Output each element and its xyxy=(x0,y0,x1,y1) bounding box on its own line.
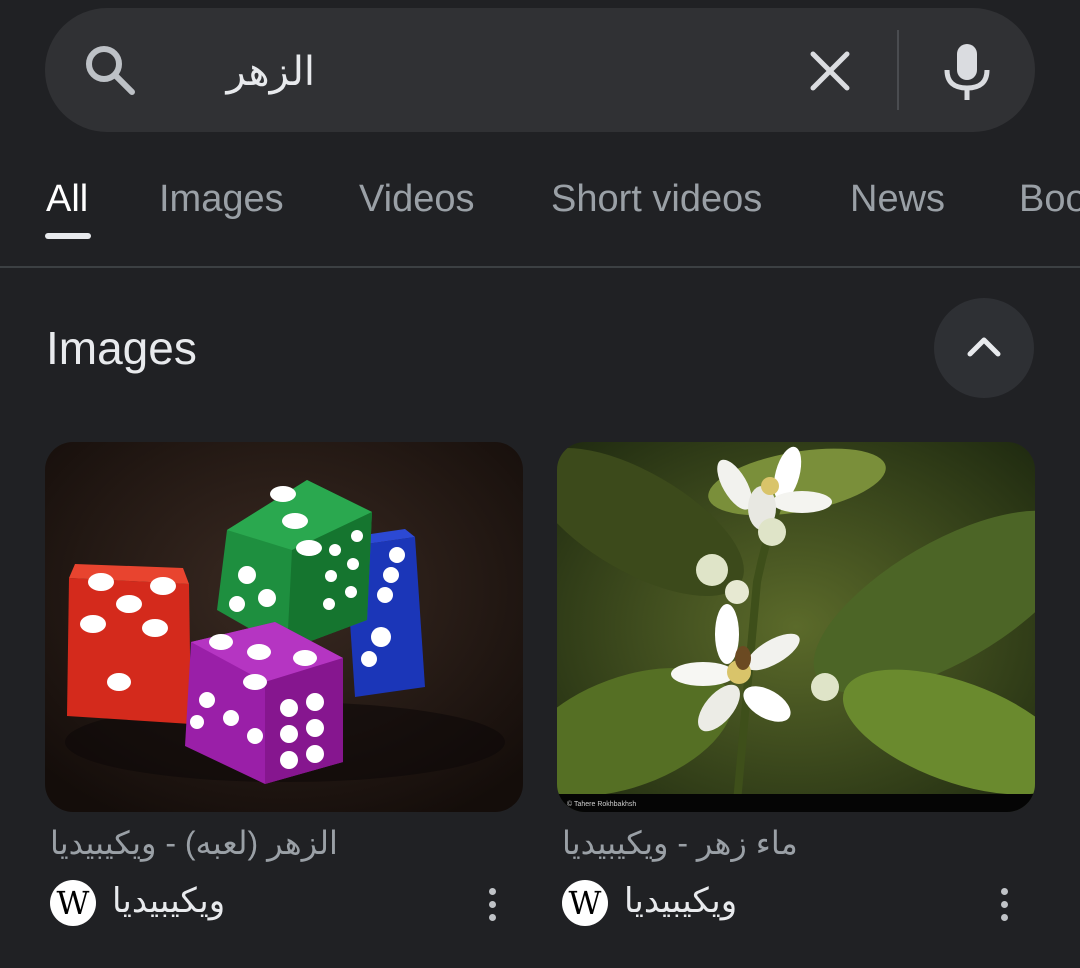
tab-images[interactable]: Images xyxy=(159,174,284,234)
tab-news[interactable]: News xyxy=(850,174,945,234)
chevron-up-icon xyxy=(967,337,1001,357)
search-tabs: All Images Videos Short videos News Boo xyxy=(0,160,1080,268)
tab-all[interactable]: All xyxy=(46,174,88,234)
search-icon[interactable] xyxy=(82,42,138,98)
active-tab-indicator xyxy=(45,233,91,239)
images-section-title: Images xyxy=(46,322,197,374)
result-source[interactable]: ويكيبيديا xyxy=(624,876,737,926)
tab-videos[interactable]: Videos xyxy=(359,174,475,234)
image-caption: © Tahere Rokhbakhsh xyxy=(567,800,636,808)
close-icon[interactable] xyxy=(805,46,855,96)
search-divider xyxy=(897,30,899,110)
search-bar[interactable]: الزهر xyxy=(45,8,1035,132)
image-result-orange-blossom[interactable]: © Tahere Rokhbakhsh xyxy=(557,442,1035,812)
result-title[interactable]: ماء زهر - ويكيبيديا xyxy=(562,818,814,868)
dice-photo xyxy=(45,442,523,812)
collapse-images-button[interactable] xyxy=(934,298,1034,398)
microphone-icon[interactable] xyxy=(941,42,993,102)
search-input[interactable]: الزهر xyxy=(185,42,315,102)
result-source[interactable]: ويكيبيديا xyxy=(112,876,225,926)
more-options-icon[interactable] xyxy=(992,884,1016,928)
orange-blossom-photo: © Tahere Rokhbakhsh xyxy=(557,442,1035,812)
more-options-icon[interactable] xyxy=(480,884,504,928)
search-results-page: الزهر All Images Videos Short videos New… xyxy=(0,0,1080,968)
wikipedia-logo-icon: W xyxy=(562,880,608,926)
result-title[interactable]: الزهر (لعبه) - ويكيبيديا xyxy=(50,818,362,868)
wikipedia-logo-icon: W xyxy=(50,880,96,926)
image-result-dice[interactable] xyxy=(45,442,523,812)
tab-short-videos[interactable]: Short videos xyxy=(551,174,762,234)
tabs-divider xyxy=(0,266,1080,268)
tab-books[interactable]: Boo xyxy=(1019,174,1080,234)
